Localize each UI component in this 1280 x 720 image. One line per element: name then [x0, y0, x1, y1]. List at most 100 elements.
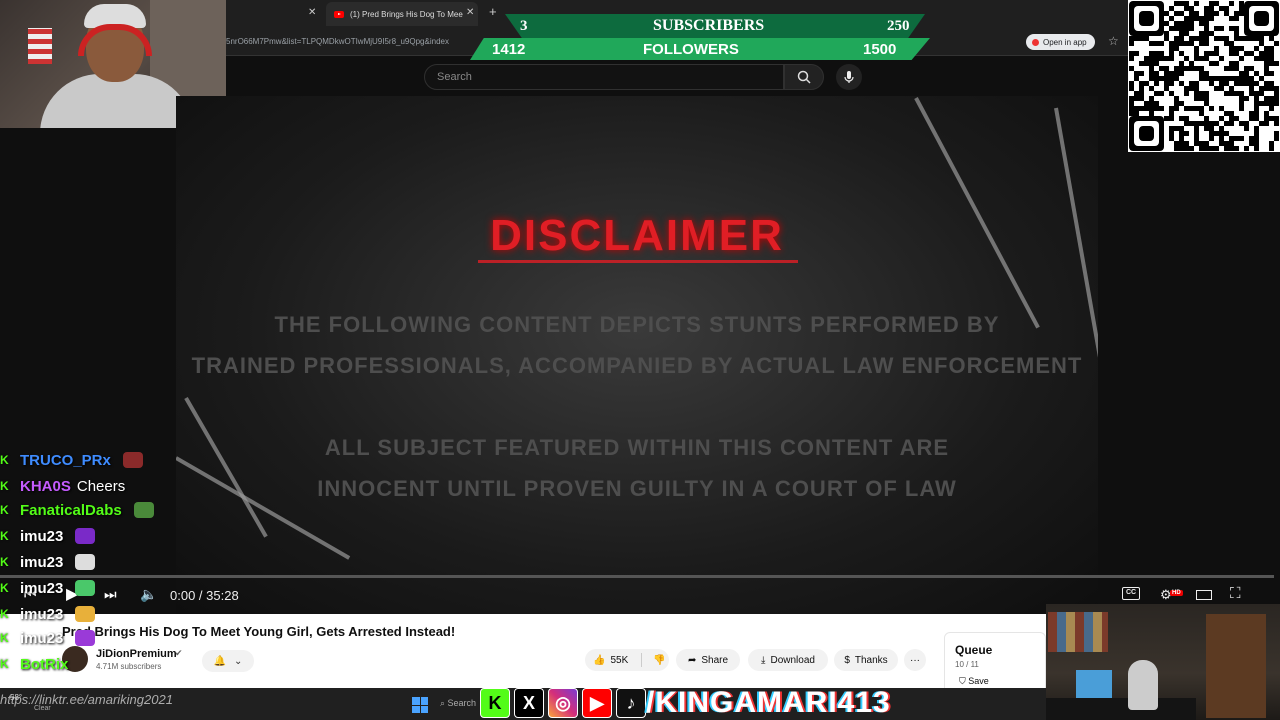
hd-badge: HD	[1170, 590, 1183, 596]
chat-message: K FanaticalDabs	[0, 498, 154, 522]
download-icon: ⤓	[761, 654, 766, 666]
queue-count: 10 / 11	[955, 660, 979, 669]
cashapp-qr-code: $	[1128, 0, 1280, 152]
queue-title: Queue	[955, 643, 993, 657]
download-button[interactable]: ⤓ Download	[748, 649, 828, 671]
download-label: Download	[770, 654, 815, 666]
chat-message: K BotRix	[0, 652, 74, 676]
bell-icon: 🔔	[213, 655, 227, 667]
chat-text: Cheers	[76, 477, 126, 495]
kick-badge-icon: K	[0, 581, 9, 595]
bookmark-star-icon[interactable]: ☆	[1108, 34, 1119, 48]
share-button[interactable]: ➦ Share	[676, 649, 740, 671]
queue-save-button[interactable]: ⛉ Save	[959, 676, 989, 687]
thanks-button[interactable]: $ Thanks	[834, 649, 898, 671]
kick-badge-icon: K	[0, 529, 9, 543]
youtube-icon: ▶	[582, 688, 612, 718]
room-camera	[1046, 604, 1280, 720]
search-input[interactable]: Search	[424, 64, 784, 90]
chat-emote-icon	[122, 452, 143, 468]
chat-emote-icon	[75, 580, 96, 596]
chat-username: TRUCO_PRx	[20, 451, 111, 469]
chat-message: Kimu23	[0, 524, 96, 548]
captions-button[interactable]: CC	[1122, 587, 1140, 600]
subscribers-target: 250	[887, 18, 910, 34]
social-icons: K X ◎ ▶ ♪	[480, 686, 646, 720]
disclaimer-line: TRAINED PROFESSIONALS, ACCOMPANIED BY AC…	[191, 353, 1083, 378]
chat-username: imu23	[20, 629, 64, 647]
instagram-icon: ◎	[548, 688, 578, 718]
open-in-app-button[interactable]: Open in app	[1026, 34, 1095, 50]
chat-message: Kimu23	[0, 550, 96, 574]
notification-bell-button[interactable]: 🔔 ⌄	[202, 650, 254, 672]
tiktok-icon: ♪	[616, 688, 646, 718]
thanks-icon: $	[844, 654, 850, 666]
chat-message: K KHA0S Cheers	[0, 474, 125, 498]
search-icon	[797, 70, 811, 84]
chat-emote-icon	[75, 554, 96, 570]
video-player[interactable]: DISCLAIMER THE FOLLOWING CONTENT DEPICTS…	[176, 96, 1098, 614]
queue-save-label: Save	[968, 676, 989, 686]
chat-username: KHA0S	[20, 477, 71, 495]
chat-emote-icon	[133, 502, 154, 518]
chat-username: BotRix	[20, 655, 69, 673]
stream-screen: ✕ (1) Pred Brings His Dog To Mee ✕ + 5nr…	[0, 0, 1280, 720]
voice-search-button[interactable]	[836, 64, 862, 90]
kick-badge-icon: K	[0, 503, 9, 517]
disclaimer-line: ALL SUBJECT FEATURED WITHIN THIS CONTENT…	[324, 435, 950, 460]
chat-emote-icon	[75, 606, 96, 622]
thumbs-up-icon: 👍	[593, 654, 606, 666]
goal-bars-overlay: 3 SUBSCRIBERS 250 1412 FOLLOWERS 1500	[470, 12, 940, 62]
chat-username: imu23	[20, 579, 64, 597]
chat-message: Kimu23	[0, 576, 96, 600]
open-in-app-label: Open in app	[1043, 37, 1087, 47]
kick-badge-icon: K	[0, 631, 9, 645]
youtube-icon	[334, 10, 344, 18]
share-icon: ➦	[687, 654, 697, 666]
windows-start-icon[interactable]	[412, 697, 428, 713]
chat-emote-icon	[75, 630, 96, 646]
disclaimer-line: INNOCENT UNTIL PROVEN GUILTY IN A COURT …	[317, 476, 957, 501]
chat-emote-icon	[75, 528, 96, 544]
search-button[interactable]	[784, 64, 824, 90]
kick-badge-icon: K	[0, 479, 9, 493]
more-actions-button[interactable]: ···	[904, 649, 926, 671]
chat-message: K TRUCO_PRx	[0, 448, 143, 472]
thumbs-down-icon[interactable]: 👎	[653, 655, 665, 666]
queue-panel: Queue 10 / 11 ⛉ Save	[944, 632, 1046, 692]
subscribers-label: SUBSCRIBERS	[653, 17, 765, 34]
x-twitter-icon: X	[514, 688, 544, 718]
qr-pattern	[1129, 1, 1279, 151]
disclaimer-line: THE FOLLOWING CONTENT DEPICTS STUNTS PER…	[274, 312, 1000, 337]
kick-icon: K	[480, 688, 510, 718]
like-button[interactable]: 👍 55K 👎	[585, 649, 669, 671]
followers-current: 1412	[492, 41, 526, 58]
youtube-icon	[1032, 38, 1039, 46]
chat-username: FanaticalDabs	[20, 501, 122, 519]
followers-label: FOLLOWERS	[643, 41, 739, 58]
fullscreen-icon[interactable]: ⛶	[1230, 585, 1241, 602]
kick-badge-icon: K	[0, 453, 9, 467]
close-tab-icon[interactable]: ✕	[308, 7, 316, 18]
chat-message: Kimu23	[0, 602, 96, 626]
stream-handle: /KINGAMARI413	[646, 686, 891, 719]
tab-title: (1) Pred Brings His Dog To Mee	[350, 9, 463, 19]
bookmark-icon: ⛉	[959, 676, 969, 686]
thanks-label: Thanks	[854, 654, 888, 666]
taskbar-search-label: Search	[447, 698, 477, 708]
puerto-rico-flag	[28, 28, 52, 64]
microphone-icon	[844, 71, 854, 83]
taskbar-search[interactable]: ⌕ Search	[440, 698, 476, 709]
kick-badge-icon: K	[0, 607, 9, 621]
disclaimer-underline	[478, 260, 798, 263]
chat-username: imu23	[20, 605, 64, 623]
chat-overlay: K TRUCO_PRx K KHA0S Cheers K FanaticalDabs Kimu…	[0, 448, 200, 688]
linktree-url: https://linktr.ee/amariking2021	[0, 692, 173, 707]
share-label: Share	[701, 654, 729, 666]
like-count: 55K	[610, 654, 629, 666]
subscribers-current: 3	[520, 18, 528, 34]
url-text[interactable]: 5nrO66M7Pmw&list=TLPQMDkwOTIwMjU9I5r8_u9…	[226, 37, 449, 46]
tab-active[interactable]: (1) Pred Brings His Dog To Mee	[326, 2, 478, 26]
search-placeholder: Search	[437, 71, 472, 83]
theater-mode-icon[interactable]	[1196, 590, 1212, 600]
